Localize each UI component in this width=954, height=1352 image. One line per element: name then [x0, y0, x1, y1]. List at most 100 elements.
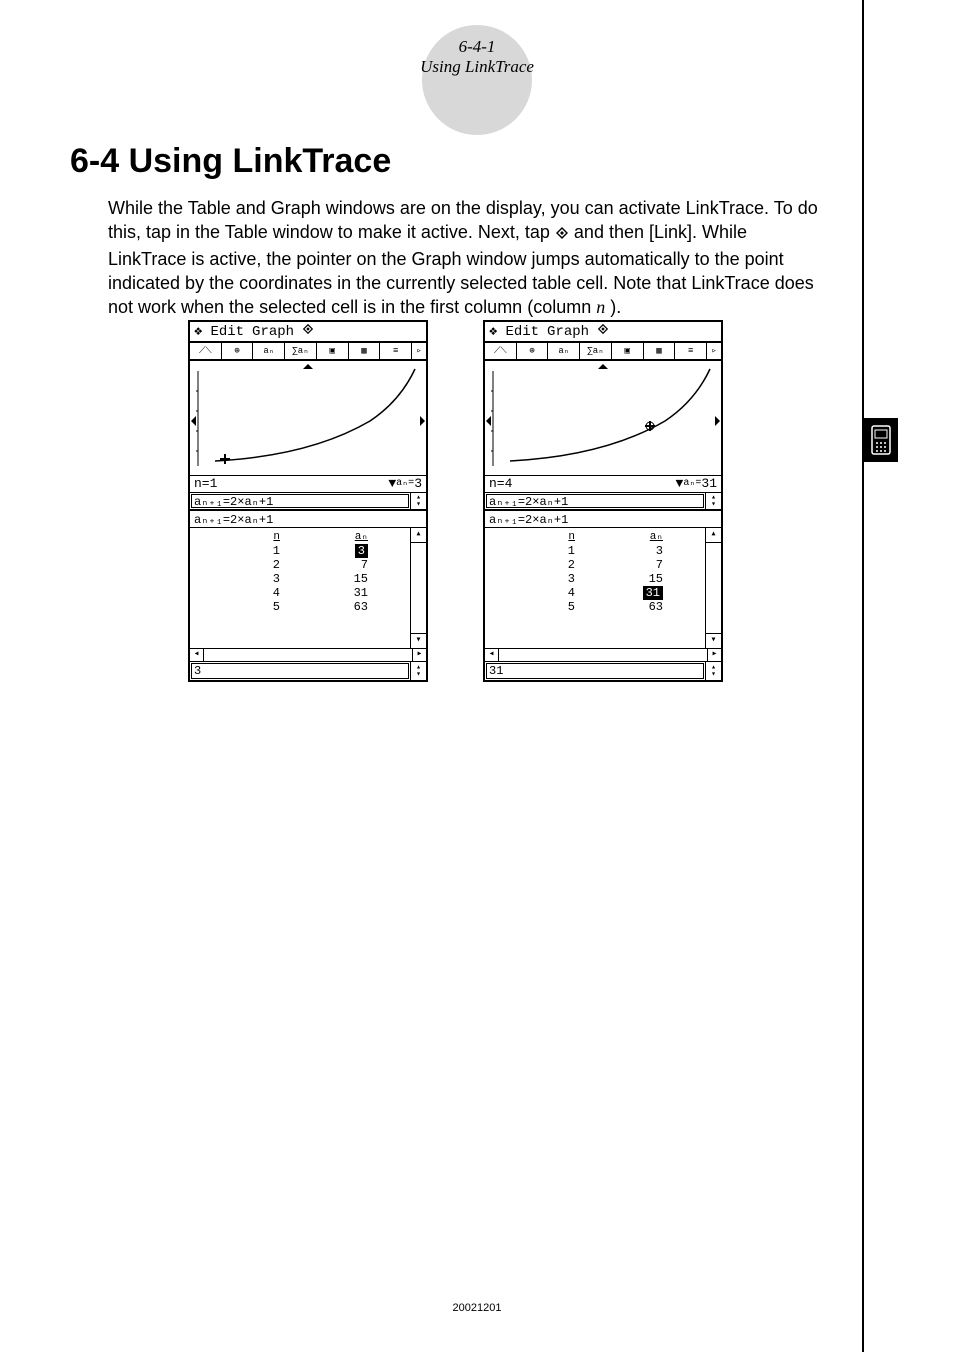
toolbar-btn-5[interactable]: ▣	[612, 343, 644, 359]
cell-n[interactable]: 5	[489, 600, 595, 614]
arrow-right-icon[interactable]	[420, 416, 425, 426]
cell-n[interactable]: 3	[194, 572, 300, 586]
horizontal-scrollbar[interactable]: ◂ ▸	[485, 648, 721, 662]
page-header-title: Using LinkTrace	[420, 57, 534, 77]
table-body[interactable]: n aₙ 13 27 315 431 563	[190, 528, 410, 648]
menu-bar: ❖ Edit Graph	[190, 322, 426, 343]
graph-curve	[190, 361, 426, 476]
value-row: 3 ▴▾	[190, 662, 426, 680]
down-arrow-icon: ▼	[388, 476, 396, 492]
coord-n-value: 1	[210, 476, 218, 492]
arrow-up-icon[interactable]	[598, 364, 608, 369]
cell-n[interactable]: 4	[489, 586, 595, 600]
toolbar-btn-3[interactable]: aₙ	[548, 343, 580, 359]
toolbar-more-icon[interactable]: ▹	[707, 343, 721, 359]
arrow-right-icon[interactable]	[715, 416, 720, 426]
stepper-icon[interactable]: ▴▾	[705, 662, 721, 680]
cell-an[interactable]: 3	[595, 544, 701, 558]
screenshots-row: ❖ Edit Graph ⟋⟍ ⊕ aₙ ∑aₙ ▣ ▦ ≡ ▹	[188, 320, 723, 682]
cell-an[interactable]: 63	[300, 600, 406, 614]
cell-n[interactable]: 2	[194, 558, 300, 572]
formula-input[interactable]: aₙ₊₁=2×aₙ+1	[486, 494, 704, 508]
toolbar-btn-6[interactable]: ▦	[644, 343, 676, 359]
menu-graph[interactable]: Graph	[547, 324, 589, 340]
toolbar-btn-6[interactable]: ▦	[349, 343, 381, 359]
coord-an-label: aₙ=	[683, 476, 701, 492]
toolbar-more-icon[interactable]: ▹	[412, 343, 426, 359]
stepper-icon[interactable]: ▴▾	[410, 662, 426, 680]
page-right-border	[862, 0, 864, 1352]
coord-n-label: n=	[194, 476, 210, 492]
section-heading: 6-4 Using LinkTrace	[70, 142, 391, 181]
cell-n[interactable]: 3	[489, 572, 595, 586]
table-body[interactable]: n aₙ 13 27 315 431 563	[485, 528, 705, 648]
toolbar-btn-4[interactable]: ∑aₙ	[285, 343, 317, 359]
selected-value[interactable]: 3	[191, 663, 409, 679]
horizontal-scrollbar[interactable]: ◂ ▸	[190, 648, 426, 662]
menu-edit[interactable]: Edit	[210, 324, 244, 340]
toolbar-btn-5[interactable]: ▣	[317, 343, 349, 359]
scroll-right-icon[interactable]: ▸	[412, 649, 426, 661]
calculator-screen-2: ❖ Edit Graph ⟋⟍ ⊕ aₙ ∑aₙ ▣ ▦ ≡ ▹	[483, 320, 723, 682]
chapter-tab-icon	[864, 418, 898, 462]
col-header-an: aₙ	[300, 530, 406, 544]
toolbar-btn-3[interactable]: aₙ	[253, 343, 285, 359]
vertical-scrollbar[interactable]: ▴ ▾	[410, 528, 426, 648]
toolbar-btn-2[interactable]: ⊕	[517, 343, 549, 359]
toolbar-btn-2[interactable]: ⊕	[222, 343, 254, 359]
dropdown-icon[interactable]: ❖	[489, 323, 497, 340]
cell-an[interactable]: 63	[595, 600, 701, 614]
calculator-screen-1: ❖ Edit Graph ⟋⟍ ⊕ aₙ ∑aₙ ▣ ▦ ≡ ▹	[188, 320, 428, 682]
scroll-left-icon[interactable]: ◂	[485, 649, 499, 661]
arrow-left-icon[interactable]	[486, 416, 491, 426]
cell-n[interactable]: 4	[194, 586, 300, 600]
cell-an[interactable]: 7	[300, 558, 406, 572]
cell-n[interactable]: 1	[489, 544, 595, 558]
selected-value[interactable]: 31	[486, 663, 704, 679]
arrow-up-icon[interactable]	[303, 364, 313, 369]
menu-graph[interactable]: Graph	[252, 324, 294, 340]
scroll-down-icon[interactable]: ▾	[706, 633, 721, 648]
coord-n-label: n=	[489, 476, 505, 492]
scroll-left-icon[interactable]: ◂	[190, 649, 204, 661]
formula-row: aₙ₊₁=2×aₙ+1 ▴▾	[190, 493, 426, 511]
cell-n[interactable]: 1	[194, 544, 300, 558]
toolbar-btn-7[interactable]: ≡	[675, 343, 707, 359]
toolbar-btn-4[interactable]: ∑aₙ	[580, 343, 612, 359]
formula-input[interactable]: aₙ₊₁=2×aₙ+1	[191, 494, 409, 508]
diamond-menu-icon[interactable]	[597, 323, 609, 340]
coord-n-value: 4	[505, 476, 513, 492]
toolbar-btn-1[interactable]: ⟋⟍	[190, 343, 222, 359]
graph-panel[interactable]	[190, 361, 426, 476]
scroll-down-icon[interactable]: ▾	[411, 633, 426, 648]
cell-n[interactable]: 5	[194, 600, 300, 614]
stepper-icon[interactable]: ▴▾	[705, 493, 721, 509]
body-paragraph: While the Table and Graph windows are on…	[108, 196, 818, 319]
arrow-left-icon[interactable]	[191, 416, 196, 426]
toolbar-btn-1[interactable]: ⟋⟍	[485, 343, 517, 359]
stepper-icon[interactable]: ▴▾	[410, 493, 426, 509]
diamond-menu-icon[interactable]	[302, 323, 314, 340]
toolbar-btn-7[interactable]: ≡	[380, 343, 412, 359]
cell-an[interactable]: 3	[300, 544, 406, 558]
dropdown-icon[interactable]: ❖	[194, 323, 202, 340]
menu-bar: ❖ Edit Graph	[485, 322, 721, 343]
diamond-icon	[555, 222, 569, 246]
cell-n[interactable]: 2	[489, 558, 595, 572]
vertical-scrollbar[interactable]: ▴ ▾	[705, 528, 721, 648]
formula-row: aₙ₊₁=2×aₙ+1 ▴▾	[485, 493, 721, 511]
graph-panel[interactable]	[485, 361, 721, 476]
menu-edit[interactable]: Edit	[505, 324, 539, 340]
cell-an[interactable]: 15	[300, 572, 406, 586]
table-formula: aₙ₊₁=2×aₙ+1	[194, 513, 422, 527]
toolbar: ⟋⟍ ⊕ aₙ ∑aₙ ▣ ▦ ≡ ▹	[485, 343, 721, 361]
scroll-up-icon[interactable]: ▴	[706, 528, 721, 543]
cell-an[interactable]: 31	[300, 586, 406, 600]
cell-an[interactable]: 7	[595, 558, 701, 572]
scroll-right-icon[interactable]: ▸	[707, 649, 721, 661]
scroll-up-icon[interactable]: ▴	[411, 528, 426, 543]
cell-an[interactable]: 15	[595, 572, 701, 586]
footer-doc-id: 20021201	[453, 1302, 502, 1314]
page-header-badge: 6-4-1 Using LinkTrace	[422, 25, 532, 135]
cell-an[interactable]: 31	[595, 586, 701, 600]
